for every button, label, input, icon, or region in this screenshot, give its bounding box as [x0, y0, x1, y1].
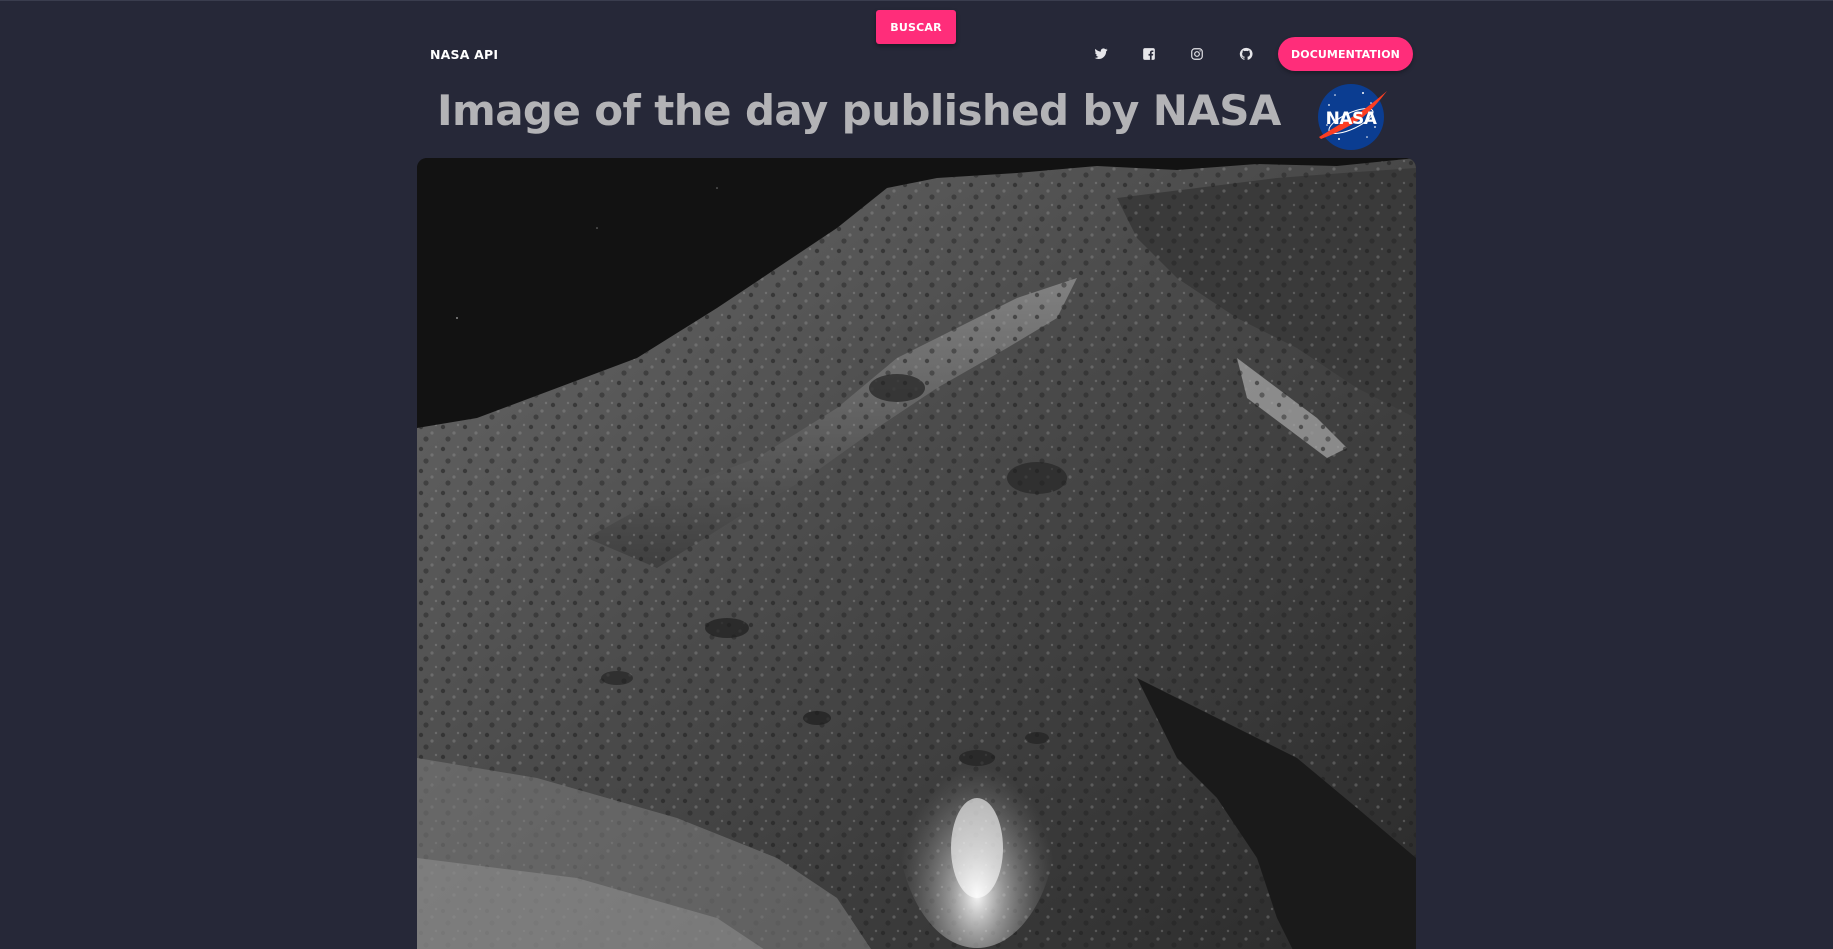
- github-icon[interactable]: [1237, 45, 1255, 63]
- page: BUSCAR NASA API DOCUMENTATION Image of t…: [0, 0, 1833, 949]
- comet-photo: [417, 158, 1416, 949]
- nasa-logo-text: NASA: [1326, 109, 1378, 129]
- search-button[interactable]: BUSCAR: [876, 10, 956, 44]
- documentation-button[interactable]: DOCUMENTATION: [1278, 37, 1413, 71]
- twitter-icon[interactable]: [1092, 45, 1110, 63]
- facebook-icon[interactable]: [1140, 45, 1158, 63]
- instagram-icon[interactable]: [1188, 45, 1206, 63]
- nasa-logo: NASA: [1315, 81, 1389, 151]
- image-of-the-day: [417, 158, 1416, 949]
- navbar-brand[interactable]: NASA API: [430, 47, 498, 62]
- page-title: Image of the day published by NASA: [437, 86, 1281, 135]
